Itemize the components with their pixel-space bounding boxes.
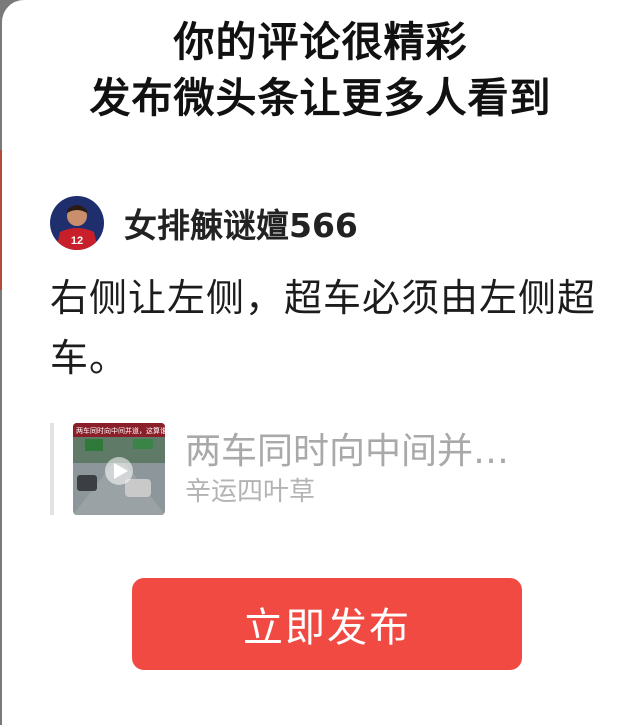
- avatar[interactable]: 12: [50, 196, 104, 250]
- thumbnail-image: 两车同时向中间并道，这算谁: [73, 423, 165, 515]
- dialog-headline: 你的评论很精彩 发布微头条让更多人看到: [2, 14, 639, 126]
- publish-now-button[interactable]: 立即发布: [132, 578, 522, 670]
- comment-author-row: 12 女排觫谜嬗566: [50, 196, 358, 250]
- thumbnail-caption: 两车同时向中间并道，这算谁: [76, 426, 165, 435]
- quoted-post-text: 两车同时向中间并… 辛运四叶草: [185, 423, 595, 515]
- headline-line-1: 你的评论很精彩: [173, 18, 468, 66]
- quoted-post[interactable]: 两车同时向中间并道，这算谁 两车同时向中间并… 辛运四叶草: [50, 422, 610, 516]
- username[interactable]: 女排觫谜嬗566: [124, 199, 358, 247]
- video-thumbnail[interactable]: 两车同时向中间并道，这算谁: [73, 423, 165, 515]
- headline-line-2: 发布微头条让更多人看到: [89, 74, 552, 122]
- avatar-jersey-number: 12: [71, 235, 83, 247]
- avatar-image: 12: [50, 196, 104, 250]
- quote-bar: [50, 423, 54, 515]
- publish-prompt-dialog: 你的评论很精彩 发布微头条让更多人看到 12 女排觫谜嬗566 右侧让左侧，超车…: [2, 0, 639, 725]
- comment-text: 右侧让左侧，超车必须由左侧超车。: [50, 276, 597, 380]
- quoted-post-author: 辛运四叶草: [185, 477, 316, 507]
- quoted-post-title: 两车同时向中间并…: [185, 431, 510, 472]
